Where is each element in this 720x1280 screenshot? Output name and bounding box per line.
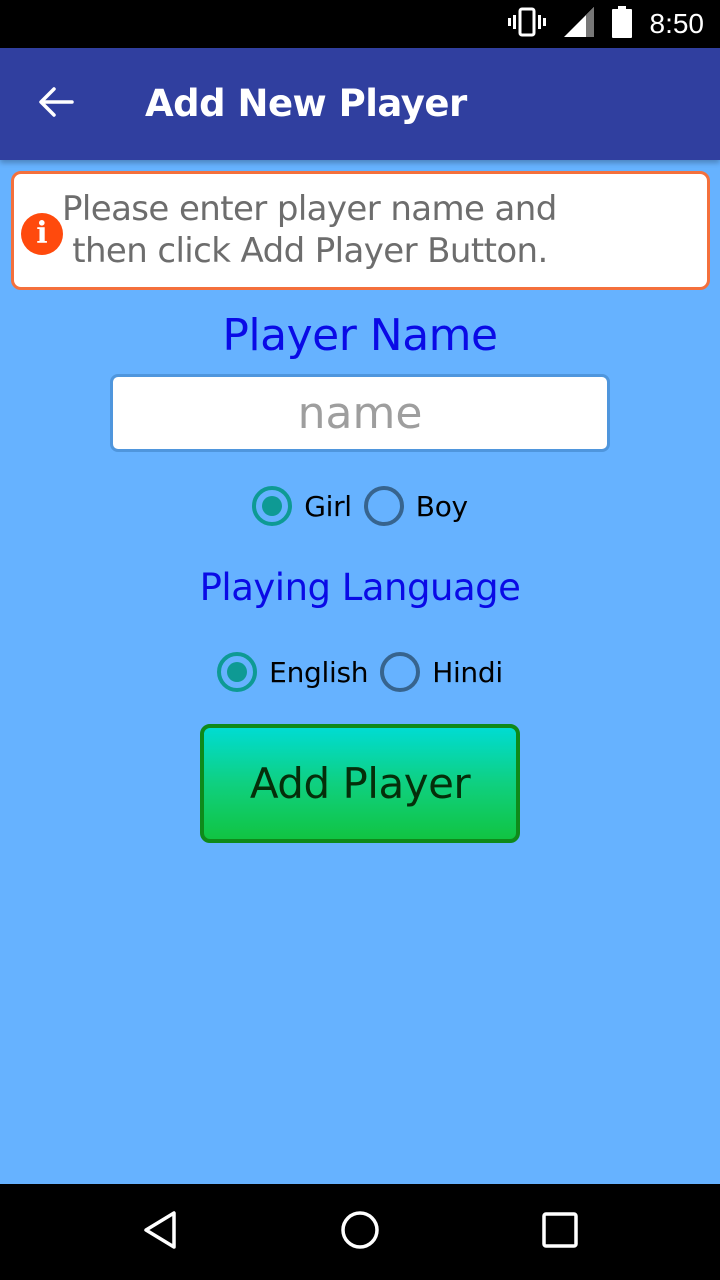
radio-button-checked[interactable]	[217, 652, 258, 692]
back-button[interactable]	[28, 76, 84, 132]
player-name-input[interactable]	[110, 374, 610, 452]
radio-button-unchecked[interactable]	[380, 652, 421, 692]
radio-hindi[interactable]: Hindi	[380, 652, 503, 692]
navigation-bar	[0, 1184, 720, 1280]
content-area: i Please enter player name and then clic…	[0, 160, 720, 1184]
info-message-text: Please enter player name and then click …	[62, 189, 557, 271]
language-radio-group: English Hindi	[0, 650, 720, 694]
radio-button-checked[interactable]	[252, 486, 293, 526]
status-icons: 8:50	[507, 0, 705, 48]
radio-boy[interactable]: Boy	[363, 486, 468, 526]
signal-icon	[563, 6, 594, 42]
radio-english[interactable]: English	[217, 652, 368, 692]
status-bar: 8:50	[0, 0, 720, 48]
recents-icon	[542, 1211, 578, 1253]
arrow-left-icon	[38, 86, 74, 123]
info-icon: i	[21, 213, 63, 255]
add-player-button[interactable]: Add Player	[200, 724, 520, 843]
playing-language-label: Playing Language	[199, 566, 521, 609]
radio-label-english: English	[269, 655, 369, 689]
nav-home-button[interactable]	[320, 1204, 400, 1260]
nav-recents-button[interactable]	[520, 1204, 600, 1260]
radio-girl[interactable]: Girl	[252, 486, 352, 526]
vibrate-icon	[507, 7, 546, 42]
radio-label-girl: Girl	[304, 489, 352, 523]
radio-label-boy: Boy	[415, 489, 468, 523]
nav-back-button[interactable]	[120, 1204, 200, 1260]
info-message-box: i Please enter player name and then clic…	[11, 171, 710, 290]
gender-radio-group: Girl Boy	[0, 484, 720, 528]
app-bar: Add New Player	[0, 48, 720, 160]
back-icon	[142, 1210, 178, 1255]
radio-button-unchecked[interactable]	[363, 486, 404, 526]
battery-icon	[611, 5, 632, 43]
radio-label-hindi: Hindi	[432, 655, 503, 689]
home-icon	[340, 1210, 380, 1255]
status-time: 8:50	[649, 8, 705, 39]
page-title: Add New Player	[145, 82, 467, 125]
player-name-label: Player Name	[222, 310, 498, 361]
